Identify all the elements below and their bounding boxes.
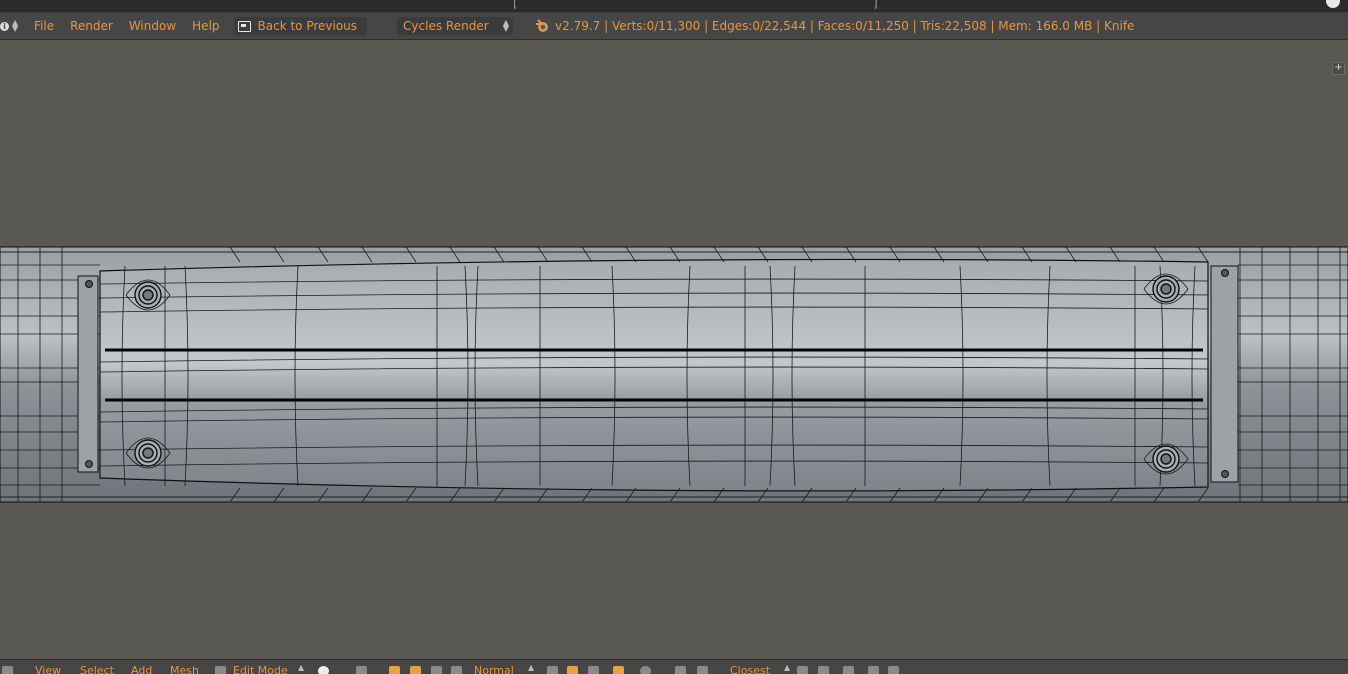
back-to-previous-button[interactable]: Back to Previous (233, 17, 368, 35)
menu-window[interactable]: Window (121, 19, 184, 33)
title-bracket-right: ] (873, 0, 878, 10)
info-icon: i (0, 21, 9, 31)
render-engine-dropdown[interactable]: Cycles Render ▲ ▼ (397, 17, 514, 35)
updown-arrows-icon: ▲ ▼ (12, 18, 19, 33)
screen-back-icon (237, 20, 251, 32)
window-title-bar: [ ] (0, 0, 1348, 13)
end-pin (85, 460, 93, 468)
end-pin (1221, 470, 1229, 478)
menu-render[interactable]: Render (62, 19, 121, 33)
title-bracket-left: [ (513, 0, 518, 10)
snap-arrows-icon: ▲ (784, 663, 791, 672)
mode-arrows-icon: ▲ (298, 663, 305, 672)
knife-mesh-wireframe (0, 246, 1348, 503)
orientation-arrows-icon: ▲ (528, 663, 535, 672)
3d-viewport[interactable]: + (0, 40, 1348, 658)
screw-hole (142, 289, 154, 301)
end-pin (85, 280, 93, 288)
screw-hole (1160, 283, 1172, 295)
3d-view-header: View Select Add Mesh Edit Mode ▲ Normal … (0, 659, 1348, 674)
blender-logo-icon (536, 19, 549, 32)
menu-file[interactable]: File (26, 19, 62, 33)
back-to-previous-label: Back to Previous (257, 19, 358, 33)
plus-icon[interactable]: + (1332, 62, 1345, 75)
scene-statistics: v2.79.7 | Verts:0/11,300 | Edges:0/22,54… (555, 19, 1135, 33)
editor-type-selector[interactable]: i ▲ ▼ (0, 18, 22, 33)
menu-help[interactable]: Help (184, 19, 227, 33)
window-close-icon[interactable] (1326, 0, 1340, 8)
screw-hole (1160, 453, 1172, 465)
render-engine-label: Cycles Render (403, 19, 489, 33)
screw-hole (142, 447, 154, 459)
end-pin (1221, 269, 1229, 277)
dropdown-arrows-icon: ▲ ▼ (502, 18, 510, 33)
info-header: i ▲ ▼ File Render Window Help Back to Pre… (0, 13, 1348, 40)
